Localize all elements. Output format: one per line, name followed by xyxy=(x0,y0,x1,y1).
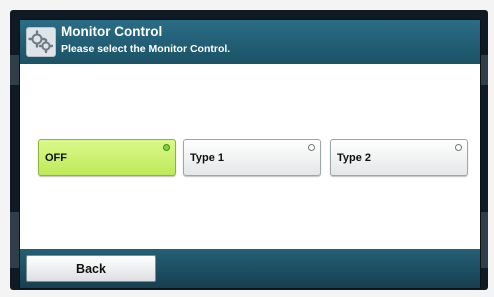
title-bar: Monitor Control Please select the Monito… xyxy=(20,20,480,64)
option-type1-button[interactable]: Type 1 xyxy=(183,139,321,176)
back-button-label: Back xyxy=(76,262,106,276)
gears-icon xyxy=(26,27,56,57)
page-subtitle: Please select the Monitor Control. xyxy=(61,43,231,55)
footer-bar: Back xyxy=(20,249,480,288)
gears-icon-graphic xyxy=(28,30,54,54)
selected-indicator-icon xyxy=(163,144,170,151)
option-label: Type 2 xyxy=(337,152,372,164)
option-label: Type 1 xyxy=(190,152,225,164)
options-area: OFF Type 1 Type 2 xyxy=(20,64,480,249)
page-title: Monitor Control xyxy=(61,24,163,39)
option-label: OFF xyxy=(45,152,67,164)
option-type2-button[interactable]: Type 2 xyxy=(330,139,468,176)
display-frame: Monitor Control Please select the Monito… xyxy=(0,0,494,297)
back-button[interactable]: Back xyxy=(26,255,156,282)
unselected-indicator-icon xyxy=(308,144,315,151)
panel-screen: Monitor Control Please select the Monito… xyxy=(20,20,480,288)
option-off-button[interactable]: OFF xyxy=(38,139,176,176)
unselected-indicator-icon xyxy=(455,144,462,151)
